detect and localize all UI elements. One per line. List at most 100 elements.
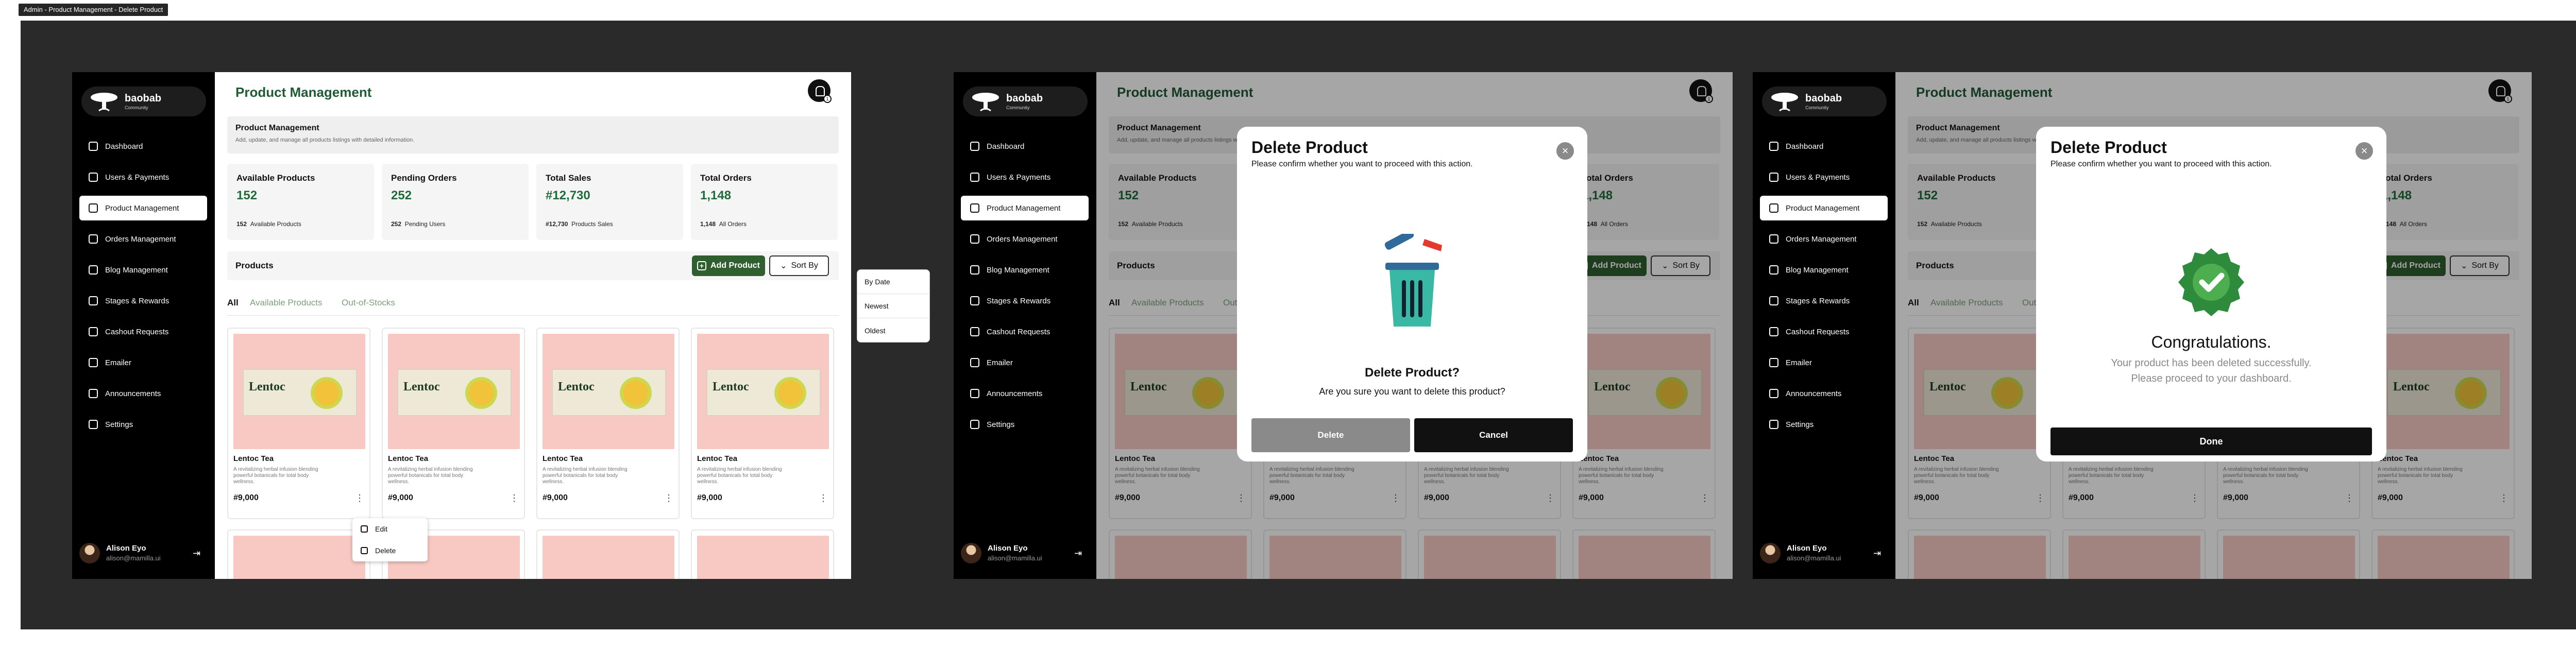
baobab-tree-icon [91, 93, 117, 112]
logout-icon[interactable]: ⇥ [1873, 548, 1885, 558]
tab-available-products[interactable]: Available Products [250, 298, 323, 308]
screen-1: baobab Community Dashboard Users & Paymen… [72, 72, 851, 579]
more-options-icon[interactable]: ⋮ [664, 493, 673, 503]
sidebar-item-cashout-requests[interactable]: Cashout Requests [1760, 319, 1888, 344]
stats-row: Available Products 152 152 Available Produ… [227, 164, 839, 240]
sidebar-item-settings[interactable]: Settings [1760, 412, 1888, 437]
sidebar-item-blog-management[interactable]: Blog Management [961, 258, 1089, 282]
logout-icon[interactable]: ⇥ [193, 548, 204, 558]
product-card[interactable] [227, 529, 370, 579]
sidebar-item-label: Announcements [987, 389, 1043, 398]
product-price: #9,000 [697, 493, 722, 502]
brand-sub: Community [125, 105, 148, 110]
sidebar-item-dashboard[interactable]: Dashboard [79, 134, 207, 159]
avatar[interactable] [1760, 543, 1781, 563]
nav-icon [89, 327, 98, 336]
sidebar-item-stages-rewards[interactable]: Stages & Rewards [961, 288, 1089, 313]
delete-label: Delete [375, 546, 396, 555]
sidebar-item-dashboard[interactable]: Dashboard [961, 134, 1089, 159]
sidebar-item-product-management[interactable]: Product Management [79, 196, 207, 220]
product-image [543, 536, 674, 579]
stat-value: #12,730 [546, 189, 590, 202]
nav-icon [970, 389, 979, 398]
avatar[interactable] [79, 543, 100, 563]
sort-option[interactable]: By Date [857, 270, 929, 294]
screen-3: baobab Community Dashboard Users & Paymen… [1753, 72, 2532, 579]
sidebar-item-announcements[interactable]: Announcements [1760, 381, 1888, 406]
sidebar-item-users-payments[interactable]: Users & Payments [79, 165, 207, 190]
sidebar-item-label: Cashout Requests [105, 327, 169, 336]
user-email: alison@mamilla.ui [1787, 554, 1841, 562]
tab-all[interactable]: All [227, 298, 239, 308]
stat-card: Available Products 152 152 Available Produ… [227, 164, 374, 240]
edit-icon [361, 525, 368, 533]
trash-icon [361, 547, 368, 554]
logo[interactable]: baobab Community [1762, 87, 1887, 116]
sidebar-item-settings[interactable]: Settings [79, 412, 207, 437]
brand-sub: Community [1006, 105, 1030, 110]
stat-value: 252 [391, 189, 412, 202]
close-icon[interactable]: × [1556, 142, 1574, 160]
sidebar-item-emailer[interactable]: Emailer [1760, 350, 1888, 375]
sidebar-item-label: Dashboard [105, 142, 143, 151]
logo[interactable]: baobab Community [963, 87, 1088, 116]
notification-badge: 1 [823, 95, 832, 103]
sidebar-item-orders-management[interactable]: Orders Management [1760, 227, 1888, 251]
add-product-button[interactable]: + Add Product [692, 255, 765, 276]
notification-bell-icon[interactable]: 1 [808, 79, 832, 103]
sidebar-item-product-management[interactable]: Product Management [1760, 196, 1888, 220]
sidebar-item-emailer[interactable]: Emailer [961, 350, 1089, 375]
sidebar-item-product-management[interactable]: Product Management [961, 196, 1089, 220]
product-card[interactable]: Lentoc Lentoc Tea A revitalizing herbal in… [227, 328, 370, 519]
sidebar-item-blog-management[interactable]: Blog Management [79, 258, 207, 282]
tab-out-of-stocks[interactable]: Out-of-Stocks [342, 298, 395, 308]
done-button[interactable]: Done [2050, 427, 2372, 455]
logout-icon[interactable]: ⇥ [1074, 548, 1086, 558]
product-price: #9,000 [543, 493, 568, 502]
logo[interactable]: baobab Community [81, 87, 206, 116]
sidebar-item-emailer[interactable]: Emailer [79, 350, 207, 375]
nav-icon [970, 203, 979, 213]
more-options-icon[interactable]: ⋮ [510, 493, 519, 503]
stat-note: 152 Available Products [236, 220, 301, 228]
avatar[interactable] [961, 543, 981, 563]
sort-option[interactable]: Oldest [857, 318, 929, 343]
sidebar-item-users-payments[interactable]: Users & Payments [961, 165, 1089, 190]
sidebar-item-stages-rewards[interactable]: Stages & Rewards [1760, 288, 1888, 313]
sidebar-item-label: Stages & Rewards [1786, 296, 1850, 305]
sidebar-item-blog-management[interactable]: Blog Management [1760, 258, 1888, 282]
sidebar-item-orders-management[interactable]: Orders Management [961, 227, 1089, 251]
more-options-icon[interactable]: ⋮ [819, 493, 828, 503]
product-card[interactable]: Lentoc Lentoc Tea A revitalizing herbal in… [536, 328, 680, 519]
product-card[interactable]: Lentoc Lentoc Tea A revitalizing herbal in… [691, 328, 834, 519]
nav-icon [970, 327, 979, 336]
edit-menu-item[interactable]: Edit [352, 518, 428, 540]
pack-label: Lentoc [558, 380, 595, 394]
product-card[interactable] [691, 529, 834, 579]
user-name: Alison Eyo [1787, 544, 1827, 553]
more-options-icon[interactable]: ⋮ [355, 493, 364, 503]
sidebar-item-announcements[interactable]: Announcements [961, 381, 1089, 406]
product-card[interactable] [536, 529, 680, 579]
sidebar-item-orders-management[interactable]: Orders Management [79, 227, 207, 251]
sidebar-item-settings[interactable]: Settings [961, 412, 1089, 437]
stat-card: Total Sales#12,730#12,730 Products Sales [536, 164, 683, 240]
product-card[interactable]: Lentoc Lentoc Tea A revitalizing herbal in… [382, 328, 525, 519]
sidebar-item-stages-rewards[interactable]: Stages & Rewards [79, 288, 207, 313]
sidebar-item-label: Cashout Requests [987, 327, 1050, 336]
stat-note: 252 Pending Users [391, 220, 445, 228]
sidebar-item-users-payments[interactable]: Users & Payments [1760, 165, 1888, 190]
main-content: Product Management 1 Product Management … [215, 72, 851, 579]
cancel-button[interactable]: Cancel [1414, 418, 1573, 452]
brand-sub: Community [1805, 105, 1829, 110]
sidebar-item-cashout-requests[interactable]: Cashout Requests [79, 319, 207, 344]
sidebar-item-cashout-requests[interactable]: Cashout Requests [961, 319, 1089, 344]
canvas: Admin - Product Management - Delete Prod… [0, 0, 2576, 650]
sidebar-item-announcements[interactable]: Announcements [79, 381, 207, 406]
sidebar-item-dashboard[interactable]: Dashboard [1760, 134, 1888, 159]
sort-option[interactable]: Newest [857, 294, 929, 318]
close-icon[interactable]: × [2355, 142, 2373, 160]
sort-by-button[interactable]: ⌄ Sort By [769, 255, 829, 276]
confirm-delete-button[interactable]: Delete [1251, 418, 1410, 452]
delete-menu-item[interactable]: Delete [352, 540, 428, 561]
